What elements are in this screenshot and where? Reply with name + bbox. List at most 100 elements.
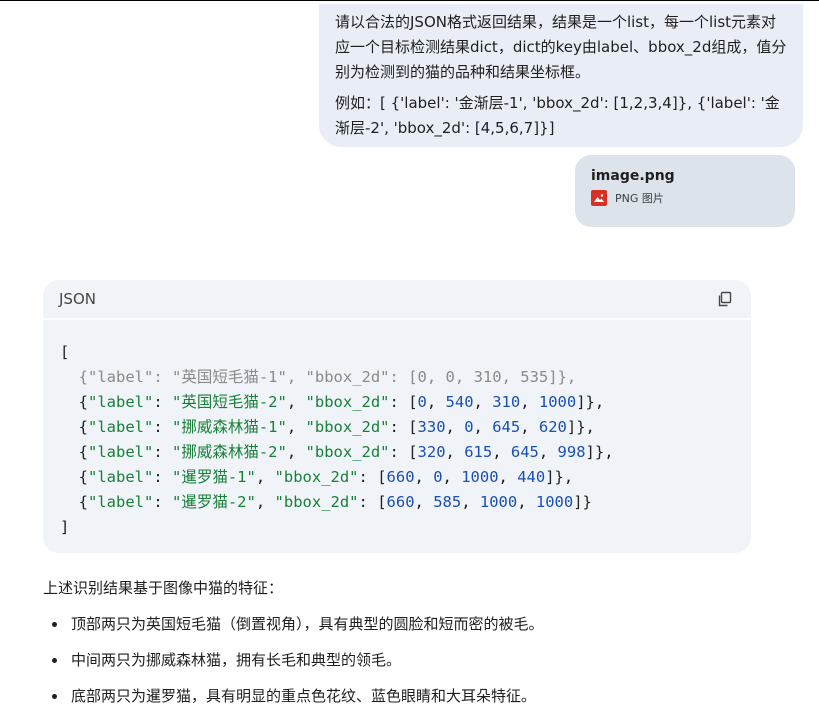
code-label-value: 暹罗猫-2	[181, 493, 247, 511]
code-quote: "	[172, 443, 182, 461]
code-bbox-number: 320	[417, 443, 446, 461]
bullet-dot	[52, 622, 57, 627]
code-line: {"label": "挪威森林猫-2", "bbox_2d": [320, 61…	[60, 440, 734, 465]
code-punctuation: {	[60, 393, 88, 411]
code-punctuation: :	[153, 368, 172, 386]
code-bbox-number: 0	[464, 418, 474, 436]
code-key: "bbox_2d"	[305, 418, 390, 436]
code-line: {"label": "英国短毛猫-2", "bbox_2d": [0, 540,…	[60, 390, 734, 415]
code-bbox-number: 998	[557, 443, 586, 461]
code-label-value: 英国短毛猫-1	[181, 368, 278, 386]
code-punctuation: ,	[473, 418, 493, 436]
attachment-type-row: PNG 图片	[591, 190, 779, 206]
code-punctuation: ]},	[576, 393, 605, 411]
answer-bullet: 顶部两只为英国短毛猫（倒置视角），具有典型的圆脸和短而密的被毛。	[43, 612, 783, 636]
code-bbox-number: 0	[417, 393, 427, 411]
code-punctuation: ]}	[573, 493, 592, 511]
code-quote: "	[172, 493, 182, 511]
code-line: {"label": "暹罗猫-2", "bbox_2d": [660, 585,…	[60, 490, 734, 515]
image-file-icon	[591, 190, 607, 206]
code-punctuation: ,	[501, 368, 521, 386]
code-bbox-number: 660	[386, 493, 415, 511]
code-quote: "	[277, 418, 287, 436]
code-punctuation: ,	[426, 368, 446, 386]
code-punctuation: : [	[358, 493, 387, 511]
code-quote: "	[277, 393, 287, 411]
code-line: {"label": "英国短毛猫-1", "bbox_2d": [0, 0, 3…	[60, 365, 734, 390]
code-punctuation: :	[153, 418, 172, 436]
code-bbox-number: 0	[445, 368, 455, 386]
code-quote: "	[246, 468, 256, 486]
code-punctuation: ,	[286, 418, 306, 436]
code-block: JSON [ {"label": "英国短毛猫-1", "bbox_2d": […	[43, 280, 751, 553]
code-bbox-number: 1000	[538, 393, 577, 411]
code-bbox-number: 615	[464, 443, 493, 461]
code-punctuation: :	[153, 493, 172, 511]
code-bbox-number: 620	[538, 418, 567, 436]
user-message-example: 例如：[ {'label': '金渐层-1', 'bbox_2d': [1,2,…	[335, 94, 780, 137]
bullet-dot	[52, 694, 57, 699]
attachment-file-name: image.png	[591, 168, 675, 184]
code-punctuation: ,	[473, 393, 493, 411]
code-key: "label"	[88, 493, 154, 511]
attachment-file-type: PNG 图片	[615, 192, 664, 205]
answer-bullet: 中间两只为挪威森林猫，拥有长毛和典型的领毛。	[43, 648, 783, 672]
code-quote: "	[172, 393, 182, 411]
code-punctuation: : [	[389, 443, 418, 461]
code-punctuation: ,	[517, 493, 536, 511]
code-label-value: 挪威森林猫-2	[181, 443, 278, 461]
code-key: "label"	[88, 368, 154, 386]
code-punctuation: : [	[389, 393, 418, 411]
code-bbox-number: 1000	[535, 493, 574, 511]
code-line: {"label": "挪威森林猫-1", "bbox_2d": [330, 0,…	[60, 415, 734, 440]
code-label-value: 挪威森林猫-1	[181, 418, 278, 436]
code-key: "label"	[88, 418, 154, 436]
code-quote: "	[246, 493, 256, 511]
code-punctuation: ]},	[548, 368, 577, 386]
code-key: "bbox_2d"	[305, 393, 390, 411]
code-punctuation: ,	[520, 393, 539, 411]
code-punctuation: ,	[414, 493, 434, 511]
code-quote: "	[172, 418, 182, 436]
code-items: {"label": "英国短毛猫-1", "bbox_2d": [0, 0, 3…	[60, 365, 734, 515]
code-punctuation: ]},	[566, 418, 595, 436]
code-bbox-number: 440	[517, 468, 546, 486]
code-bbox-number: 660	[386, 468, 415, 486]
answer-bullet-text: 中间两只为挪威森林猫，拥有长毛和典型的领毛。	[71, 651, 402, 669]
code-bbox-number: 0	[433, 468, 443, 486]
code-key: "label"	[88, 393, 154, 411]
code-close-bracket: ]	[60, 518, 70, 536]
code-punctuation: :	[153, 468, 172, 486]
code-punctuation: {	[60, 443, 88, 461]
code-punctuation: ,	[538, 443, 558, 461]
code-punctuation: ,	[445, 418, 465, 436]
code-block-header: JSON	[43, 280, 751, 320]
code-label-value: 英国短毛猫-2	[181, 393, 278, 411]
code-bbox-number: 540	[445, 393, 474, 411]
copy-code-button[interactable]	[715, 289, 735, 309]
code-bbox-number: 1000	[479, 493, 518, 511]
user-message-bubble: 请以合法的JSON格式返回结果，结果是一个list，每一个list元素对应一个目…	[319, 4, 803, 147]
code-key: "bbox_2d"	[274, 493, 359, 511]
code-punctuation: {	[60, 493, 88, 511]
code-line: {"label": "暹罗猫-1", "bbox_2d": [660, 0, 1…	[60, 465, 734, 490]
bullet-dot	[52, 658, 57, 663]
code-punctuation: ,	[286, 443, 306, 461]
code-punctuation: ,	[454, 368, 474, 386]
code-quote: "	[277, 368, 287, 386]
code-punctuation: ]},	[585, 443, 614, 461]
code-bbox-number: 645	[510, 443, 539, 461]
code-bbox-number: 645	[492, 418, 521, 436]
copy-icon	[718, 291, 732, 307]
code-punctuation: ,	[520, 418, 539, 436]
attachment-chip[interactable]: image.png PNG 图片	[575, 155, 795, 227]
code-punctuation: ,	[426, 393, 446, 411]
code-punctuation: ]},	[545, 468, 574, 486]
code-bbox-number: 310	[492, 393, 521, 411]
code-punctuation: ,	[255, 468, 275, 486]
code-punctuation: ,	[255, 493, 275, 511]
code-bbox-number: 330	[417, 418, 446, 436]
code-bbox-number: 535	[520, 368, 549, 386]
code-key: "label"	[88, 443, 154, 461]
top-border	[0, 0, 819, 1]
